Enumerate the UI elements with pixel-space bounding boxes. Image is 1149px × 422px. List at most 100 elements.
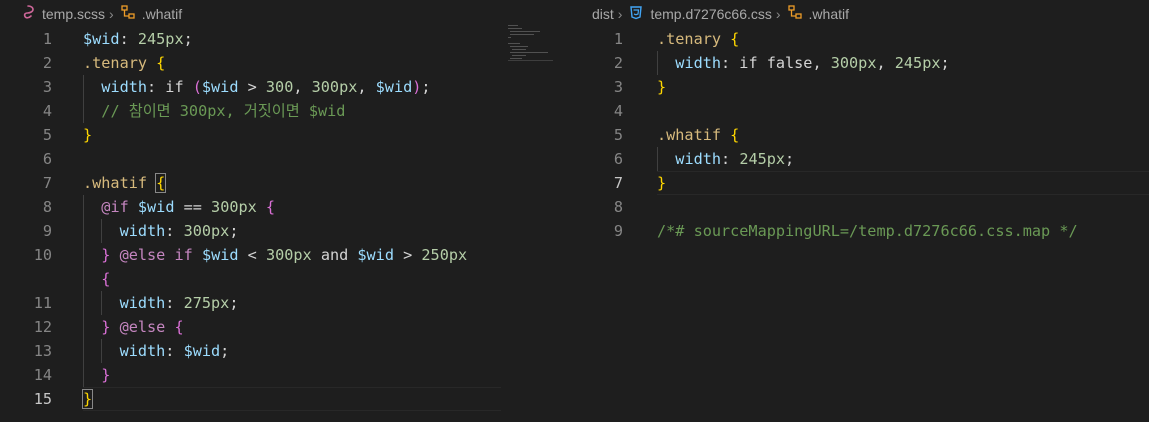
code-line-5[interactable]: 5} <box>0 123 553 147</box>
code-token: > <box>393 246 422 264</box>
code-line-8[interactable]: 8 <box>571 195 1149 219</box>
breadcrumb-symbol[interactable]: .whatif <box>120 4 182 23</box>
code-token: : <box>119 30 138 48</box>
code-token: width <box>119 222 166 240</box>
code-token: 300px <box>311 78 358 96</box>
code-line-10[interactable]: 10 } @else if $wid < 300px and $wid > 25… <box>0 243 553 267</box>
code-line-6[interactable]: 6 width: 245px; <box>571 147 1149 171</box>
code-text: .whatif { <box>657 123 739 147</box>
code-token: $wid <box>357 246 394 264</box>
code-editor[interactable]: 1 .tenary {2 width: if false, 300px, 245p… <box>571 27 1149 422</box>
code-line-2[interactable]: 2 .tenary { <box>0 51 553 75</box>
code-line-12[interactable]: 12 } @else { <box>0 315 553 339</box>
code-token: , <box>876 54 895 72</box>
line-number: 6 <box>613 150 623 168</box>
code-token: 300px <box>183 222 230 240</box>
code-line-9[interactable]: 9 /*# sourceMappingURL=/temp.d7276c66.css… <box>571 219 1149 243</box>
line-number: 12 <box>33 318 52 336</box>
breadcrumb-folder-label: dist <box>592 5 614 22</box>
code-token: , <box>293 78 312 96</box>
left-editor-pane[interactable]: temp.scss › .whatif 1 $wid: 245px; 2 .tenar… <box>0 0 553 422</box>
code-line-3[interactable]: 3} <box>571 75 1149 99</box>
code-token: ; <box>421 78 431 96</box>
code-line-wrap[interactable]: { <box>0 267 553 291</box>
code-token: $wid <box>83 30 120 48</box>
code-token: ; <box>220 342 230 360</box>
code-line-11[interactable]: 11 width: 275px; <box>0 291 553 315</box>
breadcrumb-file-label: temp.d7276c66.css <box>650 5 772 22</box>
breadcrumb: dist › temp.d7276c66.css › .whatif <box>571 0 1149 27</box>
line-number: 5 <box>613 126 623 144</box>
code-line-1[interactable]: 1 $wid: 245px; <box>0 27 553 51</box>
code-token: $wid <box>137 198 175 216</box>
symbol-structure-icon <box>120 4 136 23</box>
code-line-9[interactable]: 9 width: 300px; <box>0 219 553 243</box>
code-line-1[interactable]: 1 .tenary { <box>571 27 1149 51</box>
code-token: } <box>657 78 667 96</box>
code-line-5[interactable]: 5 .whatif { <box>571 123 1149 147</box>
code-line-4[interactable]: 4 <box>571 99 1149 123</box>
code-line-8[interactable]: 8 @if $wid == 300px { <box>0 195 553 219</box>
breadcrumb-symbol[interactable]: .whatif <box>787 4 849 23</box>
breadcrumb-symbol-label: .whatif <box>808 5 850 22</box>
code-text: .whatif { <box>83 171 167 195</box>
code-line-7[interactable]: 7} <box>571 171 1149 195</box>
line-number: 7 <box>42 174 52 192</box>
line-number: 1 <box>42 30 52 48</box>
code-line-6[interactable]: 6 <box>0 147 553 171</box>
code-line-14[interactable]: 14 } <box>0 363 553 387</box>
code-token: 245px <box>739 150 786 168</box>
line-number: 10 <box>33 246 52 264</box>
breadcrumb: temp.scss › .whatif <box>0 0 553 27</box>
code-token: } <box>83 126 93 144</box>
code-token: { <box>730 126 740 144</box>
code-token: > <box>238 78 266 96</box>
code-line-7[interactable]: 7 .whatif { <box>0 171 553 195</box>
code-editor[interactable]: 1 $wid: 245px; 2 .tenary {3 width: if ($wid… <box>0 27 553 422</box>
minimap[interactable] <box>508 25 553 65</box>
code-line-2[interactable]: 2 width: if false, 300px, 245px; <box>571 51 1149 75</box>
code-text: .tenary { <box>83 51 165 75</box>
code-token: if <box>174 246 193 264</box>
code-token: @else <box>119 318 166 336</box>
css3-icon <box>628 4 644 23</box>
breadcrumb-file[interactable]: temp.scss <box>20 4 105 23</box>
code-token: , <box>357 78 376 96</box>
code-token: .tenary <box>657 30 722 48</box>
code-line-3[interactable]: 3 width: if ($wid > 300, 300px, $wid); <box>0 75 553 99</box>
code-token: $wid <box>201 78 239 96</box>
code-text: } <box>83 123 92 147</box>
breadcrumb-symbol-label: .whatif <box>141 5 183 22</box>
code-token: { <box>101 270 111 288</box>
code-line-4[interactable]: 4 // 참이면 300px, 거짓이면 $wid <box>0 99 553 123</box>
code-token: width <box>119 294 166 312</box>
code-text: $wid: 245px; <box>83 27 193 51</box>
line-number: 15 <box>33 390 52 408</box>
code-token: ; <box>229 294 239 312</box>
code-token: 275px <box>183 294 230 312</box>
chevron-right-icon: › <box>617 5 623 22</box>
line-number: 9 <box>42 222 52 240</box>
line-number: 6 <box>42 150 52 168</box>
sass-icon <box>20 4 36 23</box>
right-editor-pane[interactable]: dist › temp.d7276c66.css › .whatif 1 .ten… <box>571 0 1149 422</box>
code-line-13[interactable]: 13 width: $wid; <box>0 339 553 363</box>
breadcrumb-file[interactable]: temp.d7276c66.css <box>628 4 772 23</box>
code-line-15[interactable]: 15} <box>0 387 553 411</box>
code-text: } <box>81 387 94 411</box>
code-token: width <box>675 150 722 168</box>
code-text: width: 275px; <box>83 291 239 315</box>
breadcrumb-file-label: temp.scss <box>42 5 106 22</box>
breadcrumb-folder[interactable]: dist <box>592 6 614 22</box>
